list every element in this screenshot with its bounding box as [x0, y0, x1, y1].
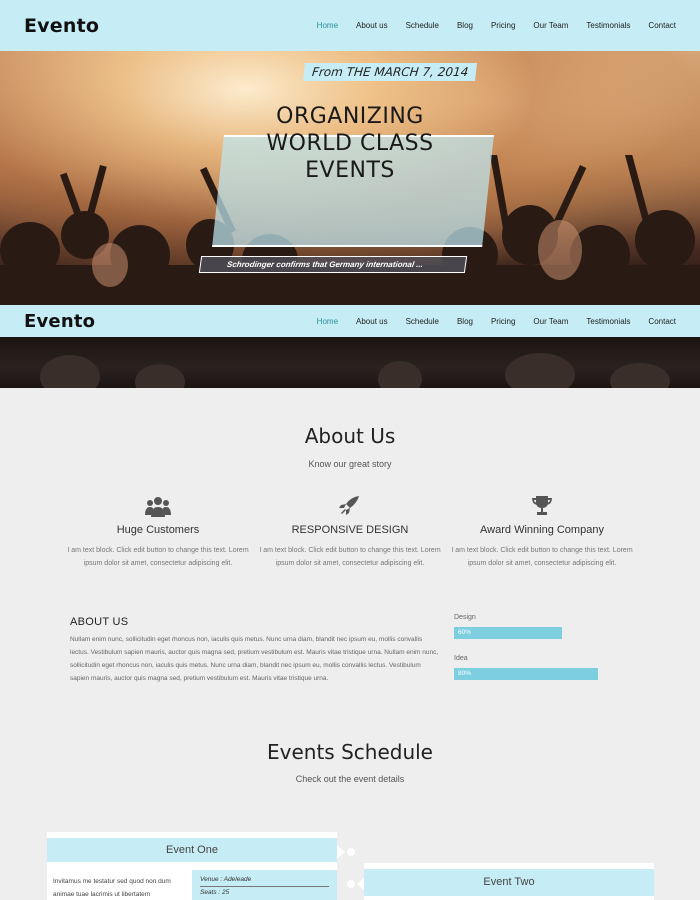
feature-title: RESPONSIVE DESIGN — [291, 524, 409, 536]
skills-panel: Design 60% Idea 80% — [454, 614, 634, 680]
event-meta: Venue : Adeleade Seats : 25 — [192, 870, 337, 900]
hero-subtitle-banner[interactable]: Schrodinger confirms that Germany intern… — [198, 256, 468, 273]
feature-award-winning: Award Winning Company I am text block. C… — [447, 495, 637, 570]
nav-links: Home About us Schedule Blog Pricing Our … — [299, 317, 676, 326]
event-seats: Seats : 25 — [200, 889, 230, 896]
nav-link-our-team[interactable]: Our Team — [533, 317, 568, 326]
event-name: Event Two — [364, 869, 654, 896]
logo[interactable]: Evento — [24, 15, 99, 37]
events-subtitle: Check out the event details — [295, 774, 405, 784]
feature-huge-customers: Huge Customers I am text block. Click ed… — [63, 495, 253, 570]
skill-bar-idea: 80% — [454, 668, 598, 680]
about-heading: ABOUT US — [70, 616, 129, 628]
skill-bar-design: 60% — [454, 627, 562, 639]
nav-links: Home About us Schedule Blog Pricing Our … — [299, 21, 676, 30]
event-description: Invitamus me testatur sed quod non dum a… — [47, 870, 192, 900]
nav-link-home[interactable]: Home — [317, 21, 338, 30]
feature-text: I am text block. Click edit button to ch… — [259, 547, 441, 567]
event-details: Invitamus me testatur sed quod non dum a… — [47, 870, 337, 900]
timeline-dot — [347, 880, 355, 888]
event-name: Event One — [47, 838, 337, 862]
nav-link-testimonials[interactable]: Testimonials — [586, 317, 630, 326]
nav-link-pricing[interactable]: Pricing — [491, 317, 515, 326]
rocket-icon — [339, 496, 359, 515]
dark-crowd-band — [0, 337, 700, 388]
nav-link-blog[interactable]: Blog — [457, 317, 473, 326]
nav-link-about-us[interactable]: About us — [356, 21, 388, 30]
nav-link-pricing[interactable]: Pricing — [491, 21, 515, 30]
hero-title-line-2: WORLD CLASS — [266, 131, 434, 156]
timeline-arrow-right — [337, 845, 345, 859]
crowd-band-image — [40, 353, 670, 388]
hero-title-line-3: EVENTS — [305, 158, 395, 183]
feature-title: Huge Customers — [116, 524, 200, 536]
logo[interactable]: Evento — [24, 311, 95, 332]
hero-title-line-1: ORGANIZING — [276, 104, 424, 129]
feature-text: I am text block. Click edit button to ch… — [67, 547, 249, 567]
event-card-one[interactable]: Event One Invitamus me testatur sed quod… — [47, 832, 337, 900]
nav-link-blog[interactable]: Blog — [457, 21, 473, 30]
about-us-block: ABOUT US Nullam enim nunc, sollicitudin … — [70, 616, 440, 685]
skill-label-design: Design — [454, 614, 476, 621]
feature-responsive-design: RESPONSIVE DESIGN I am text block. Click… — [255, 495, 445, 570]
hero-date-badge: From THE MARCH 7, 2014 — [303, 63, 478, 81]
nav-link-contact[interactable]: Contact — [648, 21, 676, 30]
nav-link-schedule[interactable]: Schedule — [406, 317, 439, 326]
about-subtitle: Know our great story — [308, 459, 392, 469]
events-title: Events Schedule — [267, 740, 433, 764]
event-card-two[interactable]: Event Two — [364, 863, 654, 900]
nav-link-schedule[interactable]: Schedule — [406, 21, 439, 30]
hero-title: ORGANIZING WORLD CLASS EVENTS — [230, 103, 470, 184]
feature-text: I am text block. Click edit button to ch… — [451, 547, 633, 567]
about-paragraph: Nullam enim nunc, sollicitudin eget rhon… — [70, 636, 439, 682]
sticky-navbar: Evento Home About us Schedule Blog Prici… — [0, 305, 700, 337]
nav-link-about-us[interactable]: About us — [356, 317, 388, 326]
skill-track-design: 60% — [454, 627, 634, 639]
skill-track-idea: 80% — [454, 668, 634, 680]
users-icon — [145, 497, 171, 517]
nav-link-home[interactable]: Home — [317, 317, 338, 326]
feature-title: Award Winning Company — [480, 524, 604, 536]
nav-link-contact[interactable]: Contact — [648, 317, 676, 326]
skill-label-idea: Idea — [454, 655, 468, 662]
trophy-icon — [532, 496, 552, 515]
nav-link-our-team[interactable]: Our Team — [533, 21, 568, 30]
timeline-dot — [347, 848, 355, 856]
about-title: About Us — [304, 424, 396, 448]
top-navbar: Evento Home About us Schedule Blog Prici… — [0, 0, 700, 51]
nav-link-testimonials[interactable]: Testimonials — [586, 21, 630, 30]
event-venue: Venue : Adeleade — [200, 874, 329, 887]
